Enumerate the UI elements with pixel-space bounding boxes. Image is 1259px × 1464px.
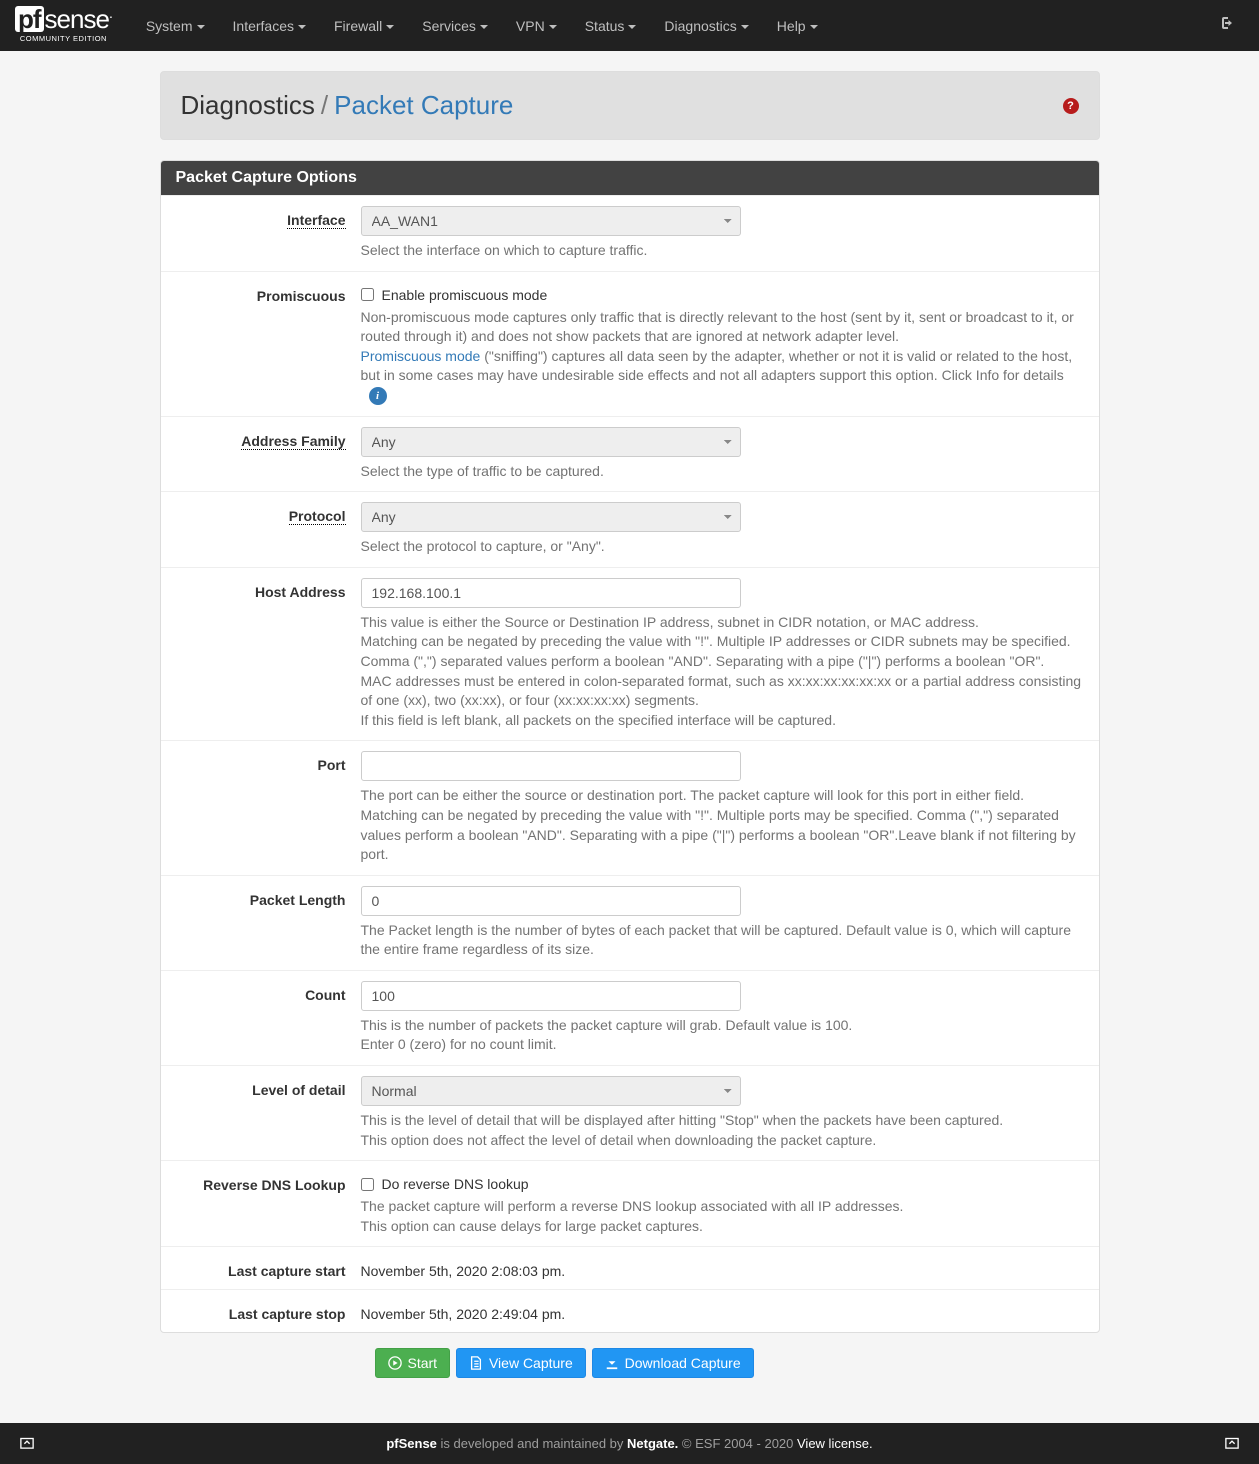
label-reverse-dns: Reverse DNS Lookup — [161, 1171, 361, 1236]
options-panel: Packet Capture Options Interface AA_WAN1… — [160, 160, 1100, 1333]
breadcrumb: Diagnostics / Packet Capture ? — [160, 71, 1100, 140]
protocol-select[interactable]: Any — [361, 502, 741, 532]
host-address-input[interactable] — [361, 578, 741, 608]
nav-menu: System Interfaces Firewall Services VPN … — [132, 3, 832, 49]
logout-icon[interactable] — [1208, 15, 1244, 36]
help-packet-length: The Packet length is the number of bytes… — [361, 921, 1084, 960]
help-icon[interactable]: ? — [1063, 98, 1079, 114]
label-last-start: Last capture start — [161, 1257, 361, 1279]
label-promiscuous: Promiscuous — [161, 282, 361, 406]
download-capture-button[interactable]: Download Capture — [592, 1348, 754, 1378]
help-reverse-dns: The packet capture will perform a revers… — [361, 1197, 1084, 1236]
help-protocol: Select the protocol to capture, or "Any"… — [361, 537, 1084, 557]
label-address-family: Address Family — [241, 433, 345, 450]
footer-left-icon[interactable] — [20, 1435, 34, 1452]
top-navbar: pfsense. COMMUNITY EDITION System Interf… — [0, 0, 1259, 51]
nav-status[interactable]: Status — [571, 3, 651, 49]
panel-heading: Packet Capture Options — [161, 161, 1099, 195]
footer-right-icon[interactable] — [1225, 1435, 1239, 1452]
breadcrumb-page[interactable]: Packet Capture — [334, 90, 513, 121]
logo[interactable]: pfsense. COMMUNITY EDITION — [15, 6, 112, 43]
breadcrumb-section[interactable]: Diagnostics — [181, 90, 315, 121]
label-interface: Interface — [287, 212, 345, 229]
label-port: Port — [161, 751, 361, 864]
reverse-dns-checkbox[interactable] — [361, 1178, 374, 1191]
nav-services[interactable]: Services — [408, 3, 502, 49]
count-input[interactable] — [361, 981, 741, 1011]
nav-vpn[interactable]: VPN — [502, 3, 571, 49]
file-icon — [469, 1356, 483, 1370]
port-input[interactable] — [361, 751, 741, 781]
last-start-value: November 5th, 2020 2:08:03 pm. — [361, 1257, 1084, 1279]
detail-select[interactable]: Normal — [361, 1076, 741, 1106]
promiscuous-checkbox[interactable] — [361, 288, 374, 301]
view-capture-button[interactable]: View Capture — [456, 1348, 586, 1378]
nav-system[interactable]: System — [132, 3, 219, 49]
view-license-link[interactable]: View license. — [797, 1436, 873, 1451]
packet-length-input[interactable] — [361, 886, 741, 916]
help-detail: This is the level of detail that will be… — [361, 1111, 1084, 1150]
label-detail: Level of detail — [161, 1076, 361, 1150]
label-protocol: Protocol — [289, 508, 346, 525]
nav-help[interactable]: Help — [763, 3, 832, 49]
nav-firewall[interactable]: Firewall — [320, 3, 408, 49]
footer: pfSense is developed and maintained by N… — [0, 1423, 1259, 1464]
start-button[interactable]: Start — [375, 1348, 451, 1378]
label-last-stop: Last capture stop — [161, 1300, 361, 1322]
label-count: Count — [161, 981, 361, 1055]
nav-diagnostics[interactable]: Diagnostics — [650, 3, 762, 49]
last-stop-value: November 5th, 2020 2:49:04 pm. — [361, 1300, 1084, 1322]
help-count: This is the number of packets the packet… — [361, 1016, 1084, 1055]
help-port: The port can be either the source or des… — [361, 786, 1084, 864]
nav-interfaces[interactable]: Interfaces — [219, 3, 320, 49]
info-icon[interactable]: i — [369, 387, 387, 405]
label-packet-length: Packet Length — [161, 886, 361, 960]
help-host: This value is either the Source or Desti… — [361, 613, 1084, 731]
button-row: Start View Capture Download Capture — [160, 1333, 1100, 1403]
interface-select[interactable]: AA_WAN1 — [361, 206, 741, 236]
address-family-select[interactable]: Any — [361, 427, 741, 457]
download-icon — [605, 1356, 619, 1370]
promiscuous-checkbox-label[interactable]: Enable promiscuous mode — [382, 287, 548, 303]
help-promiscuous: Non-promiscuous mode captures only traff… — [361, 308, 1084, 406]
play-circle-icon — [388, 1356, 402, 1370]
help-interface: Select the interface on which to capture… — [361, 241, 1084, 261]
reverse-dns-checkbox-label[interactable]: Do reverse DNS lookup — [382, 1176, 529, 1192]
help-address-family: Select the type of traffic to be capture… — [361, 462, 1084, 482]
promiscuous-mode-link[interactable]: Promiscuous mode — [361, 348, 481, 364]
label-host: Host Address — [161, 578, 361, 731]
